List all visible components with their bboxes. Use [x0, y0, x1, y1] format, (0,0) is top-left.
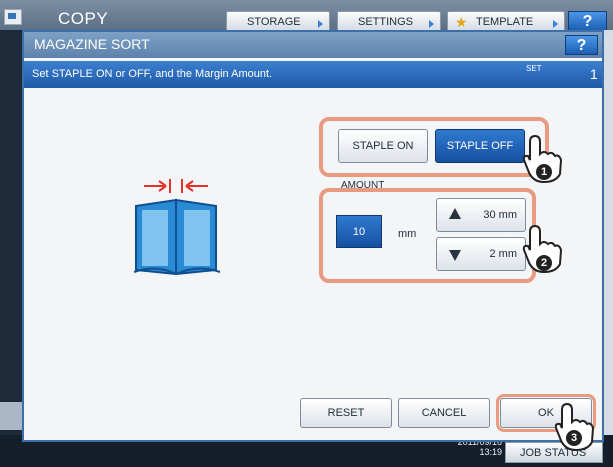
increase-margin-button[interactable]: 30 mm — [436, 198, 526, 232]
callout-2: 2 — [536, 255, 552, 271]
tab-settings[interactable]: SETTINGS — [337, 11, 441, 31]
dialog-title: MAGAZINE SORT — [34, 36, 150, 52]
help-button[interactable]: ? — [568, 11, 607, 31]
tab-settings-label: SETTINGS — [358, 16, 414, 28]
margin-amount-field[interactable]: 10 — [336, 215, 382, 248]
chevron-right-icon — [318, 20, 323, 28]
reset-button[interactable]: RESET — [300, 398, 392, 428]
copy-icon — [4, 9, 22, 25]
up-arrow-icon — [449, 208, 461, 219]
star-icon: ★ — [455, 14, 468, 30]
chevron-right-icon — [429, 20, 434, 28]
callout-1: 1 — [536, 164, 552, 180]
dialog-help-button[interactable]: ? — [565, 35, 598, 55]
staple-on-button[interactable]: STAPLE ON — [338, 129, 428, 163]
app-title: COPY — [58, 9, 109, 28]
time-text: 13:19 — [479, 447, 502, 457]
amount-unit: mm — [398, 228, 417, 240]
margin-arrows-icon — [144, 179, 208, 193]
decrease-margin-button[interactable]: 2 mm — [436, 237, 526, 271]
tab-template-label: TEMPLATE — [476, 16, 534, 28]
tab-storage-label: STORAGE — [247, 16, 301, 28]
magazine-sort-dialog: MAGAZINE SORT ? Set STAPLE ON or OFF, an… — [22, 30, 604, 442]
set-value: 1 — [590, 66, 598, 82]
set-label: SET — [526, 64, 542, 73]
background-panel — [0, 402, 22, 430]
down-arrow-icon — [449, 250, 461, 261]
staple-off-button[interactable]: STAPLE OFF — [435, 129, 525, 163]
tab-template[interactable]: ★ TEMPLATE — [447, 11, 565, 31]
message-bar: Set STAPLE ON or OFF, and the Margin Amo… — [24, 61, 602, 88]
min-amount-label: 2 mm — [489, 248, 518, 260]
background-panel — [604, 30, 613, 435]
chevron-right-icon — [553, 20, 558, 28]
tab-storage[interactable]: STORAGE — [226, 11, 330, 31]
dialog-title-bar: MAGAZINE SORT ? — [24, 32, 602, 58]
instruction-text: Set STAPLE ON or OFF, and the Margin Amo… — [32, 68, 273, 80]
magazine-booklet-icon — [133, 179, 221, 276]
max-amount-label: 30 mm — [483, 209, 517, 221]
callout-3: 3 — [566, 430, 582, 446]
cancel-button[interactable]: CANCEL — [398, 398, 490, 428]
